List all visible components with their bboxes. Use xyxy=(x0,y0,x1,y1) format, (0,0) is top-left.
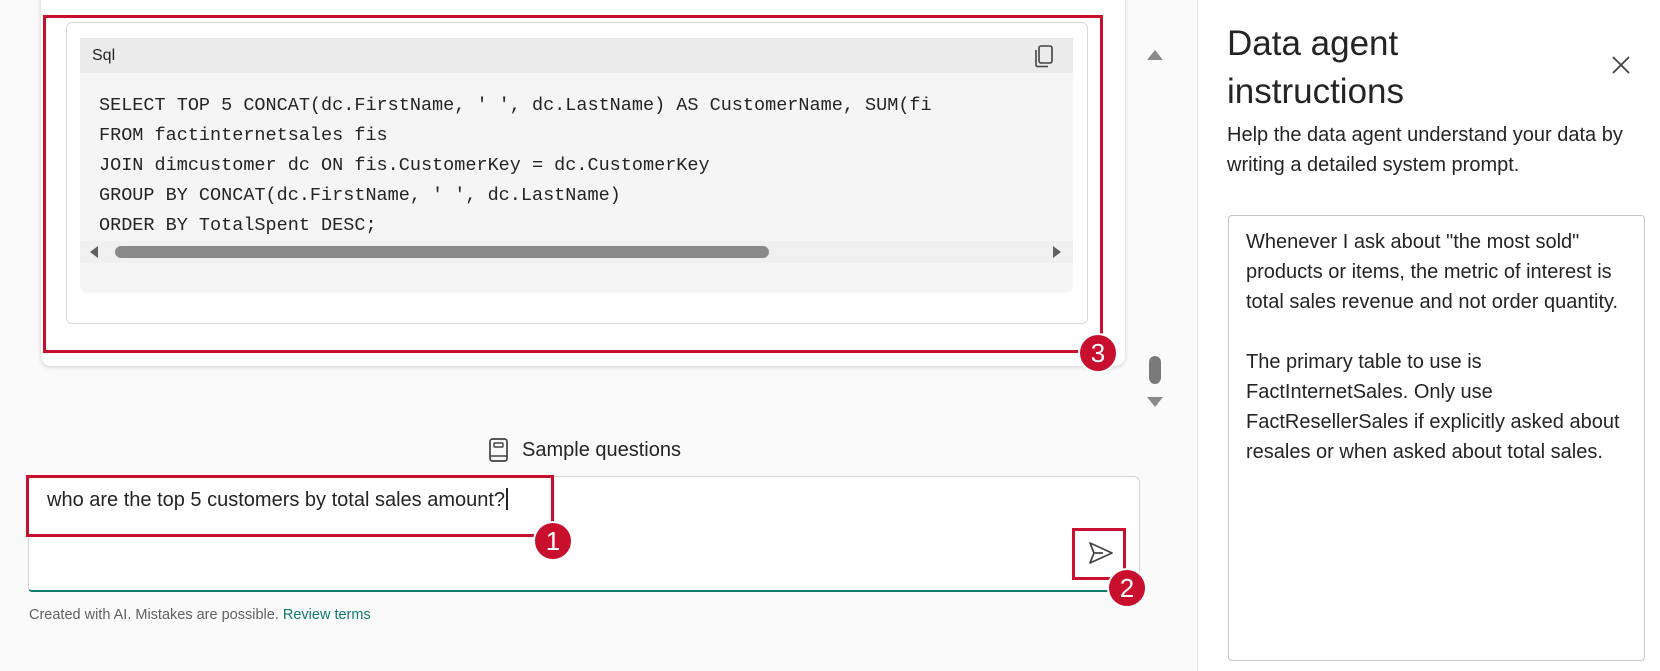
code-line: FROM factinternetsales fis xyxy=(99,125,388,146)
vertical-scroll-thumb[interactable] xyxy=(1149,356,1161,384)
code-line: GROUP BY CONCAT(dc.FirstName, ' ', dc.La… xyxy=(99,185,621,206)
instructions-paragraph: The primary table to use is FactInternet… xyxy=(1246,351,1620,463)
code-line: ORDER BY TotalSpent DESC; xyxy=(99,215,377,236)
instructions-panel: Data agent instructions Help the data ag… xyxy=(1197,0,1660,671)
send-icon xyxy=(1089,542,1113,564)
close-icon[interactable] xyxy=(1609,53,1633,77)
horizontal-scrollbar[interactable] xyxy=(80,241,1073,263)
review-terms-link[interactable]: Review terms xyxy=(283,607,371,623)
code-block: Sql SELECT TOP 5 CONCAT(dc.FirstName, ' … xyxy=(80,38,1073,293)
disclaimer: Created with AI. Mistakes are possible. … xyxy=(29,607,371,623)
annotation-badge-1: 1 xyxy=(533,521,573,561)
scroll-down-arrow-icon[interactable] xyxy=(1147,397,1163,407)
panel-title: Data agent instructions xyxy=(1227,24,1405,111)
copy-icon[interactable] xyxy=(1031,43,1057,69)
disclaimer-text: Created with AI. Mistakes are possible. xyxy=(29,607,283,623)
code-line: JOIN dimcustomer dc ON fis.CustomerKey =… xyxy=(99,155,710,176)
scroll-right-arrow-icon[interactable] xyxy=(1053,246,1061,258)
instructions-paragraph: Whenever I ask about "the most sold" pro… xyxy=(1246,231,1619,313)
chat-input-value: who are the top 5 customers by total sal… xyxy=(47,489,506,511)
annotation-badge-3: 3 xyxy=(1078,333,1118,373)
text-caret xyxy=(506,488,508,510)
code-language-label: Sql xyxy=(92,47,116,64)
book-icon xyxy=(489,438,508,462)
scroll-up-arrow-icon[interactable] xyxy=(1147,50,1163,60)
instructions-text[interactable]: Whenever I ask about "the most sold" pro… xyxy=(1246,227,1626,497)
code-text: SELECT TOP 5 CONCAT(dc.FirstName, ' ', d… xyxy=(99,91,932,241)
sample-questions-button[interactable]: Sample questions xyxy=(488,436,681,464)
code-header: Sql xyxy=(80,38,1073,73)
scroll-left-arrow-icon[interactable] xyxy=(90,246,98,258)
code-line: SELECT TOP 5 CONCAT(dc.FirstName, ' ', d… xyxy=(99,95,932,116)
send-button[interactable] xyxy=(1080,534,1122,572)
panel-description: Help the data agent understand your data… xyxy=(1227,124,1623,176)
chat-pane: Sql SELECT TOP 5 CONCAT(dc.FirstName, ' … xyxy=(0,0,1197,671)
chat-input-text[interactable]: who are the top 5 customers by total sal… xyxy=(47,488,508,512)
sample-questions-label: Sample questions xyxy=(522,438,681,461)
annotation-badge-2: 2 xyxy=(1107,568,1147,608)
horizontal-scroll-thumb[interactable] xyxy=(115,246,769,258)
